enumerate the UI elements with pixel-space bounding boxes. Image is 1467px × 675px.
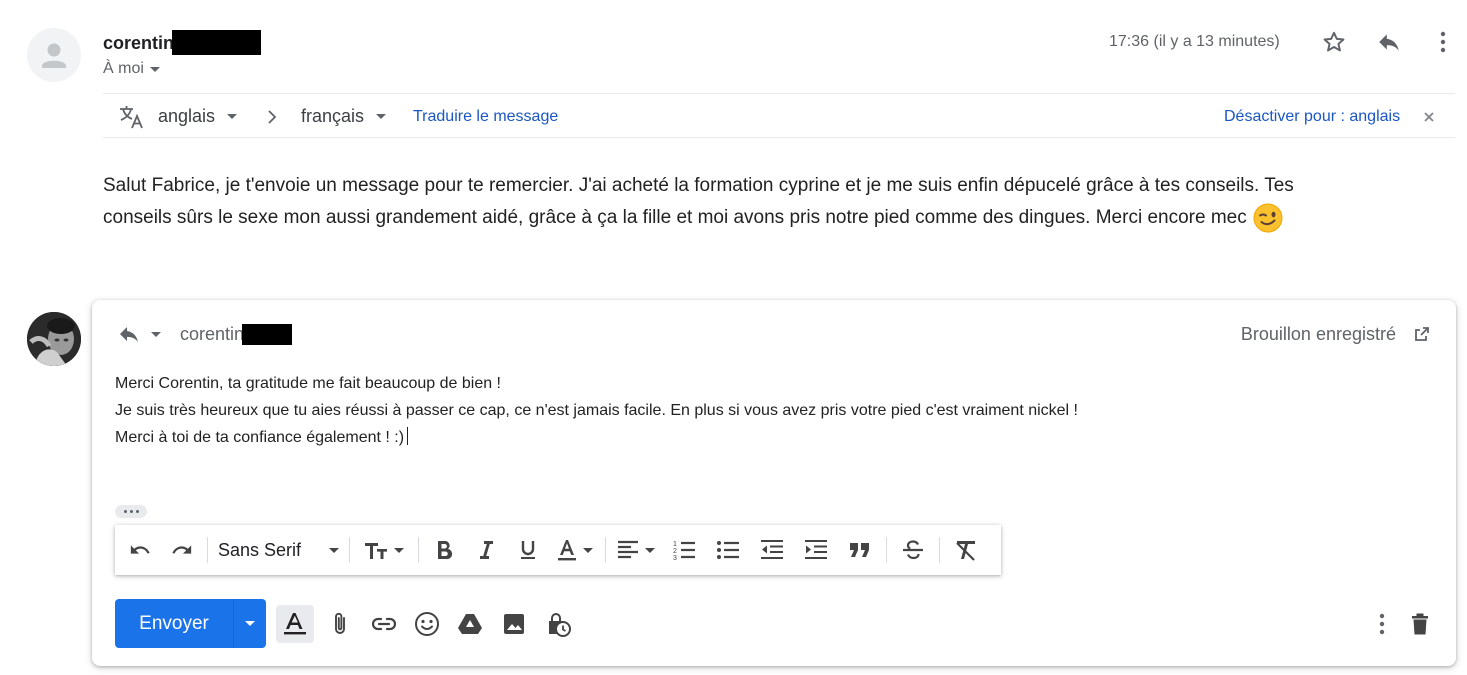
- photo-icon[interactable]: [495, 605, 533, 643]
- reply-type-selector[interactable]: [117, 322, 161, 346]
- sender-name-row[interactable]: corentin: [103, 30, 262, 55]
- reply-body-editor[interactable]: Merci Corentin, ta gratitude me fait bea…: [115, 370, 1315, 451]
- formatting-toolbar: Sans Serif 123: [115, 525, 1001, 575]
- svg-text:1: 1: [673, 541, 677, 548]
- redacted-block: [242, 324, 293, 345]
- body-line: conseils sûrs le sexe mon aussi grandeme…: [103, 207, 1247, 228]
- bulleted-list-icon[interactable]: [706, 532, 750, 568]
- font-family-label: Sans Serif: [218, 539, 302, 560]
- target-language-select[interactable]: français: [301, 94, 387, 139]
- pop-out-icon[interactable]: [1414, 326, 1430, 342]
- disable-translation-link[interactable]: Désactiver pour : anglais: [1224, 94, 1400, 139]
- default-person-icon: [42, 43, 66, 68]
- translate-bar: anglais français Traduire le message Dés…: [103, 93, 1455, 138]
- user-avatar[interactable]: [27, 312, 81, 366]
- source-language: anglais: [158, 106, 216, 126]
- recipient-label: À moi: [103, 60, 144, 77]
- close-icon[interactable]: [1423, 94, 1435, 139]
- body-line-with-emoji: conseils sûrs le sexe mon aussi grandeme…: [103, 202, 1403, 234]
- chevron-down-icon: [376, 114, 387, 119]
- quote-icon[interactable]: [838, 532, 882, 568]
- send-options-button[interactable]: [234, 599, 266, 648]
- link-icon[interactable]: [365, 605, 403, 643]
- text-size-icon[interactable]: [354, 532, 414, 568]
- reply-icon[interactable]: [1374, 27, 1404, 57]
- reply-line-with-cursor: Merci à toi de ta confiance également ! …: [115, 424, 1315, 451]
- chevron-down-icon: [329, 547, 340, 553]
- trash-icon[interactable]: [1401, 605, 1439, 643]
- drive-icon[interactable]: [451, 605, 489, 643]
- star-icon[interactable]: [1319, 27, 1349, 57]
- wink-emoji-icon: [1251, 203, 1285, 233]
- more-vert-icon[interactable]: [1363, 605, 1401, 643]
- reply-recipient[interactable]: corentin: [180, 324, 293, 345]
- underline-icon[interactable]: [507, 532, 549, 568]
- message-body: Salut Fabrice, je t'envoie un message po…: [103, 170, 1403, 234]
- more-vert-icon[interactable]: [1428, 27, 1458, 57]
- reply-icon: [120, 327, 138, 342]
- indent-more-icon[interactable]: [794, 532, 838, 568]
- source-language-select[interactable]: anglais: [158, 94, 238, 139]
- body-line: Salut Fabrice, je t'envoie un message po…: [103, 175, 1294, 196]
- reply-line: Merci à toi de ta confiance également ! …: [115, 429, 405, 446]
- message-timestamp: 17:36 (il y a 13 minutes): [1109, 33, 1280, 50]
- svg-text:2: 2: [673, 548, 677, 555]
- reply-line: Merci Corentin, ta gratitude me fait bea…: [115, 375, 501, 392]
- bold-icon[interactable]: [423, 532, 465, 568]
- svg-text:3: 3: [673, 555, 677, 561]
- profile-photo-icon: [27, 312, 81, 366]
- send-button[interactable]: Envoyer: [115, 599, 233, 648]
- text-color-icon[interactable]: [549, 532, 601, 568]
- chevron-down-icon: [227, 114, 238, 119]
- show-trimmed-content-button[interactable]: [115, 505, 147, 518]
- indent-less-icon[interactable]: [750, 532, 794, 568]
- formatting-options-icon[interactable]: [276, 605, 314, 643]
- recipient-name: corentin: [180, 324, 245, 344]
- translate-message-link[interactable]: Traduire le message: [413, 94, 558, 139]
- draft-status: Brouillon enregistré: [1240, 324, 1396, 344]
- send-button-group: Envoyer: [115, 599, 266, 648]
- translate-icon: [118, 94, 146, 139]
- chevron-right-icon: [267, 94, 277, 139]
- numbered-list-icon[interactable]: 123: [662, 532, 706, 568]
- redacted-block: [172, 30, 262, 55]
- reply-line: Je suis très heureux que tu aies réussi …: [115, 402, 1078, 419]
- strikethrough-icon[interactable]: [891, 532, 935, 568]
- chevron-down-icon: [151, 331, 161, 337]
- emoji-icon[interactable]: [408, 605, 446, 643]
- align-icon[interactable]: [610, 532, 662, 568]
- redo-icon[interactable]: [161, 532, 203, 568]
- reply-compose: corentin Brouillon enregistré Merci Core…: [92, 300, 1456, 666]
- text-cursor: [407, 427, 409, 445]
- recipient-details[interactable]: À moi: [103, 60, 160, 78]
- confidential-mode-icon[interactable]: [539, 605, 577, 643]
- chevron-down-icon: [245, 621, 255, 626]
- remove-formatting-icon[interactable]: [944, 532, 988, 568]
- chevron-down-icon[interactable]: [149, 66, 160, 72]
- sender-name: corentin: [103, 33, 175, 53]
- attach-icon[interactable]: [321, 605, 359, 643]
- font-family-select[interactable]: Sans Serif: [212, 532, 345, 568]
- italic-icon[interactable]: [465, 532, 507, 568]
- undo-icon[interactable]: [119, 532, 161, 568]
- target-language: français: [301, 106, 365, 126]
- sender-avatar[interactable]: [27, 28, 81, 82]
